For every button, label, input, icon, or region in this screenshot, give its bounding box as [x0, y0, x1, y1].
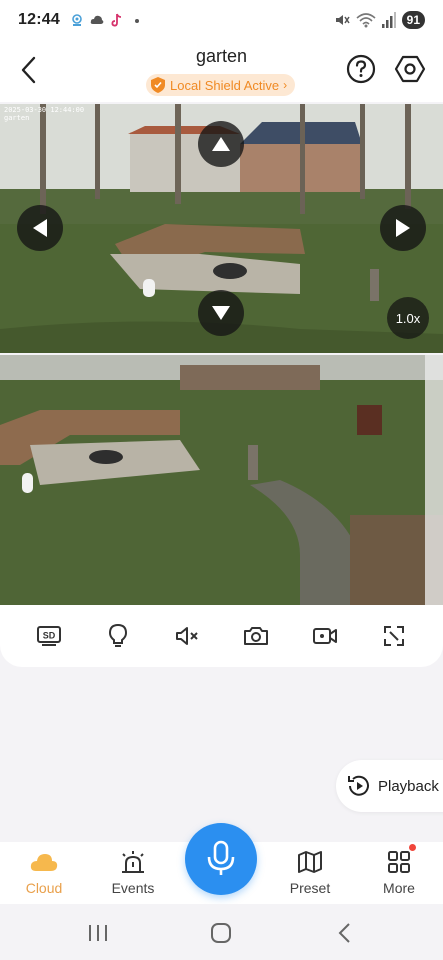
- nav-item-events[interactable]: Events: [93, 850, 173, 896]
- nav-label-more: More: [383, 880, 415, 896]
- snapshot-button[interactable]: [236, 616, 276, 656]
- svg-text:SD: SD: [42, 631, 55, 641]
- page-title: garten: [195, 46, 248, 66]
- nav-item-preset[interactable]: Preset: [270, 850, 350, 896]
- status-bar: 12:44 91: [0, 0, 443, 40]
- signal-icon: [381, 12, 396, 28]
- notification-badge: [409, 844, 416, 851]
- tiktok-icon: [111, 13, 121, 27]
- cloud-icon: [90, 15, 104, 24]
- mute-icon: [335, 15, 350, 25]
- camera-app-icon: [72, 14, 82, 26]
- mute-button[interactable]: [167, 616, 207, 656]
- notification-icons: [70, 13, 144, 27]
- ptz-down-button[interactable]: [198, 290, 244, 336]
- snapshot-camera-icon: [244, 627, 269, 645]
- ptz-right-button[interactable]: [380, 205, 426, 251]
- nav-label-cloud: Cloud: [25, 880, 63, 896]
- back-icon[interactable]: [334, 922, 358, 944]
- system-icons: 91: [334, 11, 425, 29]
- nav-item-cloud[interactable]: Cloud: [4, 850, 84, 896]
- camera-view-2[interactable]: [0, 355, 443, 605]
- wifi-icon: [356, 13, 376, 28]
- zoom-level-button[interactable]: 1.0x: [387, 297, 429, 339]
- light-button[interactable]: [98, 616, 138, 656]
- record-button[interactable]: [305, 616, 345, 656]
- alarm-icon: [122, 851, 144, 873]
- chevron-right-icon: ›: [283, 78, 288, 92]
- microphone-icon: [207, 840, 235, 875]
- map-icon: [298, 851, 322, 873]
- camera-view-1[interactable]: 2025-03-30 12:44:00 garten 1.0x: [0, 104, 443, 353]
- nav-label-preset: Preset: [289, 880, 331, 896]
- ptz-up-button[interactable]: [198, 121, 244, 167]
- talk-mic-button[interactable]: [185, 823, 257, 895]
- local-shield-badge[interactable]: Local Shield Active ›: [146, 74, 296, 96]
- camera-toolbar: SD: [0, 605, 443, 667]
- ptz-left-button[interactable]: [17, 205, 63, 251]
- playback-button[interactable]: Playback: [336, 760, 443, 812]
- header: garten Local Shield Active ›: [0, 40, 443, 102]
- fullscreen-button[interactable]: [374, 616, 414, 656]
- nav-label-events: Events: [111, 880, 155, 896]
- triangle-right-icon: [396, 219, 410, 237]
- help-icon[interactable]: [346, 54, 376, 84]
- settings-hexagon-icon[interactable]: [394, 53, 426, 85]
- triangle-up-icon: [212, 137, 230, 151]
- playback-label: Playback: [378, 777, 439, 795]
- fullscreen-icon: [384, 626, 405, 646]
- light-bulb-icon: [108, 623, 127, 647]
- triangle-left-icon: [33, 219, 47, 237]
- home-icon[interactable]: [209, 922, 233, 944]
- playback-history-icon: [348, 775, 369, 796]
- grid-icon: [388, 851, 410, 873]
- camera-timestamp: 2025-03-30 12:44:00 garten: [4, 106, 85, 122]
- mute-icon: [175, 627, 198, 645]
- cloud-icon: [30, 854, 58, 871]
- battery-level: 91: [401, 11, 425, 29]
- triangle-down-icon: [212, 306, 230, 320]
- system-nav-bar: [0, 904, 443, 960]
- camera-feed-2: [0, 355, 443, 605]
- sd-icon: SD: [36, 626, 61, 646]
- more-dot-icon: [134, 19, 139, 23]
- recent-apps-icon[interactable]: [86, 922, 110, 944]
- nav-item-more[interactable]: More: [359, 850, 439, 896]
- status-time: 12:44: [18, 11, 60, 28]
- sd-button[interactable]: SD: [29, 616, 69, 656]
- shield-label: Local Shield Active: [170, 77, 280, 93]
- shield-icon: [151, 77, 165, 93]
- record-video-icon: [313, 628, 338, 644]
